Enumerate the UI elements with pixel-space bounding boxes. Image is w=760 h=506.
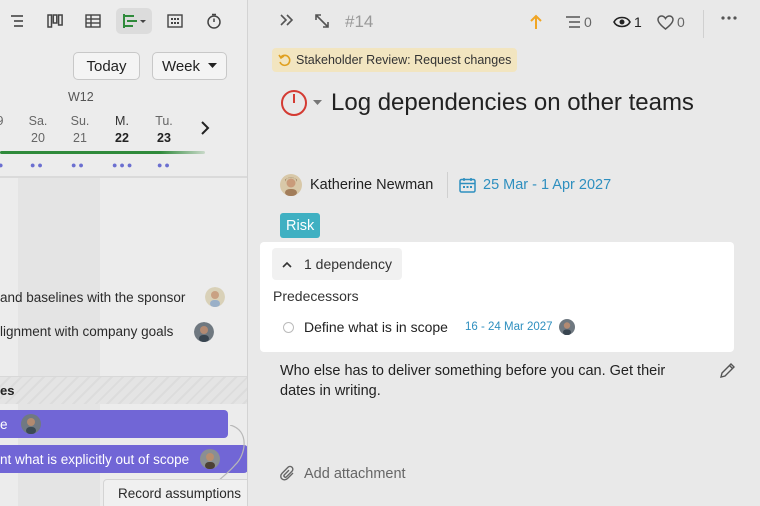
day-column-today: M. 22 [108,113,136,147]
week-label: W12 [68,90,94,104]
status-caret-icon[interactable] [313,100,322,106]
range-label: Week [161,57,201,75]
task-bar-label: nt what is explicitly out of scope [0,451,190,467]
avatar [20,414,41,434]
add-attachment-button[interactable]: Add attachment [280,465,406,482]
priority-icon[interactable] [530,14,542,30]
expand-icon[interactable] [315,14,329,28]
gantt-view-icon[interactable] [116,8,152,34]
dependencies-toggle[interactable]: 1 dependency [272,248,402,280]
day-column: Su. 21 [66,113,94,147]
watchers-counter[interactable]: 1 [613,14,642,30]
collapse-panel-icon[interactable] [280,14,294,26]
day-column: 9 [0,113,10,130]
caret-down-icon [208,63,218,68]
task-description[interactable]: Who else has to deliver something before… [280,361,700,401]
group-label: es [0,383,15,398]
day-date: 22 [115,131,129,145]
status-badge[interactable]: Stakeholder Review: Request changes [272,48,518,72]
day-weekday: Su. [70,114,90,128]
timer-icon[interactable] [204,8,224,34]
view-toolbar [0,0,247,42]
meta-divider [447,172,448,198]
paperclip-icon [280,465,294,481]
assignee-avatar[interactable] [280,174,302,196]
toolbar-divider [703,10,704,38]
workload-dots: ●● [71,160,86,170]
task-row-label[interactable]: and baselines with the sponsor [0,290,185,305]
range-select[interactable]: Week [152,52,227,80]
day-column: Tu. 23 [150,113,178,147]
subtasks-count: 0 [584,14,592,30]
predecessor-dates: 16 - 24 Mar 2027 [465,321,553,333]
task-bar-label: e [0,416,8,432]
next-week-icon[interactable] [200,121,210,140]
tag-risk[interactable]: Risk [280,213,321,238]
eye-icon [613,16,631,28]
likes-counter[interactable]: 0 [657,14,685,30]
date-range[interactable]: 25 Mar - 1 Apr 2027 [483,177,611,193]
predecessor-status-icon[interactable] [283,322,294,333]
workload-dots: ●● [30,160,45,170]
task-bar-label: Record assumptions [118,486,242,501]
progress-line [0,151,205,154]
predecessors-heading: Predecessors [273,288,359,304]
more-options-icon[interactable] [721,16,737,20]
avatar [205,287,225,307]
day-date: 9 [0,113,10,130]
status-badge-label: Stakeholder Review: Request changes [296,53,512,67]
heart-icon [657,14,674,30]
today-button[interactable]: Today [73,52,140,80]
add-attachment-label: Add attachment [304,465,406,482]
board-view-icon[interactable] [45,8,65,34]
likes-count: 0 [677,14,685,30]
day-date: 23 [157,131,171,145]
edit-pencil-icon[interactable] [719,362,736,379]
table-view-icon[interactable] [83,8,103,34]
assignee-name[interactable]: Katherine Newman [310,177,433,193]
group-header: es [0,376,247,404]
day-column: Sa. 20 [24,113,52,147]
timeline-pane: Today Week W12 9 Sa. 20 Su. 21 M. 22 Tu.… [0,0,247,506]
calendar-view-icon[interactable] [165,8,185,34]
list-view-icon[interactable] [6,8,26,34]
predecessor-avatar [559,319,575,335]
status-icon[interactable] [281,90,307,116]
avatar [194,322,214,342]
predecessor-name[interactable]: Define what is in scope [304,319,448,335]
day-weekday: M. [115,114,129,128]
task-row-label[interactable]: lignment with company goals [0,324,173,339]
workload-dots: ●● [157,160,172,170]
task-title[interactable]: Log dependencies on other teams [331,86,731,120]
chevron-up-icon [282,261,292,268]
dependencies-count-label: 1 dependency [304,256,392,272]
task-id: #14 [345,12,374,31]
watchers-count: 1 [634,14,642,30]
day-weekday: Tu. [155,114,173,128]
subtasks-icon [566,16,580,28]
task-bar-record-assumptions[interactable]: Record assumptions [103,479,247,506]
day-weekday: Sa. [28,114,48,128]
workload-dots: ●●● [112,160,135,170]
workload-dots: ● [0,160,6,170]
today-label: Today [86,57,127,75]
day-date: 20 [31,131,45,145]
undo-icon [278,54,291,66]
calendar-icon[interactable] [459,177,476,193]
subtasks-counter[interactable]: 0 [565,14,592,30]
tag-label: Risk [286,217,315,234]
task-detail-pane: #14 0 1 0 Stakeholder Review: Request ch… [248,0,760,506]
day-date: 21 [73,131,87,145]
dependencies-panel: 1 dependency Predecessors Define what is… [260,242,734,352]
